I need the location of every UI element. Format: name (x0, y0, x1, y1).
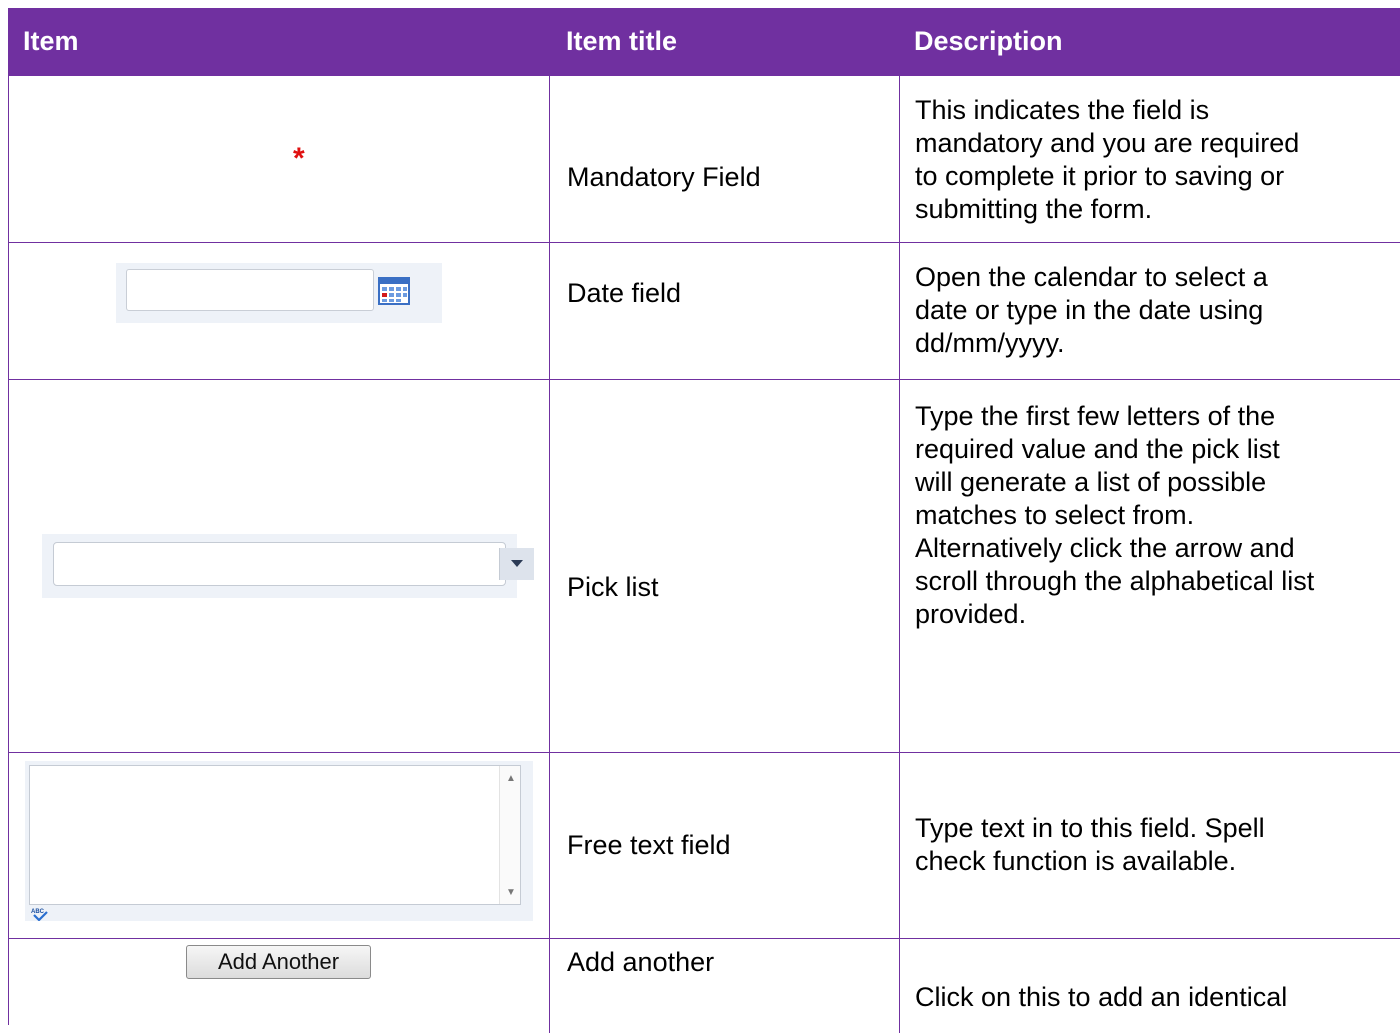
table-row: Date field Open the calendar to select a… (9, 243, 1400, 380)
title-cell: Mandatory Field (549, 76, 899, 242)
pick-list-input[interactable] (53, 542, 506, 586)
row-description: Type text in to this field. Spell check … (915, 813, 1265, 876)
header-item-title: Item title (566, 26, 678, 56)
item-cell: * (9, 76, 549, 242)
item-cell (9, 243, 549, 379)
row-title: Pick list (567, 572, 659, 602)
row-title: Free text field (567, 830, 731, 860)
row-description: This indicates the field is mandatory an… (915, 95, 1300, 224)
row-title: Date field (567, 278, 682, 308)
header-description: Description (914, 26, 1063, 56)
add-another-button[interactable]: Add Another (186, 945, 371, 979)
table-row: Pick list Type the first few letters of … (9, 380, 1400, 753)
row-description: Open the calendar to select a date or ty… (915, 262, 1268, 358)
pick-list-dropdown-button[interactable] (499, 548, 534, 580)
pick-list-sample (42, 534, 534, 598)
scroll-down-icon[interactable]: ▼ (506, 888, 516, 898)
description-cell: This indicates the field is mandatory an… (899, 76, 1400, 242)
description-cell: Open the calendar to select a date or ty… (899, 243, 1400, 379)
description-cell: Click on this to add an identical (899, 939, 1400, 1033)
table-row: * Mandatory Field This indicates the fie… (9, 76, 1400, 243)
title-cell: Pick list (549, 380, 899, 752)
scroll-up-icon[interactable]: ▲ (506, 774, 516, 784)
table-header: Item Item title Description (9, 8, 1400, 76)
mandatory-star-icon: * (293, 142, 305, 175)
description-cell: Type text in to this field. Spell check … (899, 753, 1400, 938)
date-input[interactable] (126, 269, 374, 311)
item-cell (9, 380, 549, 752)
scrollbar[interactable]: ▲ ▼ (499, 766, 520, 904)
calendar-icon[interactable] (378, 277, 410, 305)
description-cell: Type the first few letters of the requir… (899, 380, 1400, 752)
reference-table: Item Item title Description * Mandatory … (8, 8, 1400, 1033)
free-text-sample: ▲ ▼ ABC (25, 761, 533, 921)
row-title: Mandatory Field (567, 162, 761, 192)
free-text-area[interactable]: ▲ ▼ (29, 765, 521, 905)
chevron-down-icon (511, 560, 523, 567)
svg-text:ABC: ABC (31, 909, 45, 915)
row-title: Add another (567, 947, 715, 977)
item-cell: ▲ ▼ ABC (9, 753, 549, 938)
title-cell: Add another (549, 939, 899, 1033)
date-field-sample (116, 263, 442, 323)
table-row: Add Another Add another Click on this to… (9, 939, 1400, 1033)
row-description: Click on this to add an identical (915, 982, 1288, 1012)
row-description: Type the first few letters of the requir… (915, 401, 1315, 629)
header-item: Item (23, 26, 79, 56)
spell-check-icon[interactable]: ABC (31, 907, 49, 921)
title-cell: Date field (549, 243, 899, 379)
table-row: ▲ ▼ ABC Free text field Type text in to … (9, 753, 1400, 939)
title-cell: Free text field (549, 753, 899, 938)
item-cell: Add Another (9, 939, 549, 1033)
